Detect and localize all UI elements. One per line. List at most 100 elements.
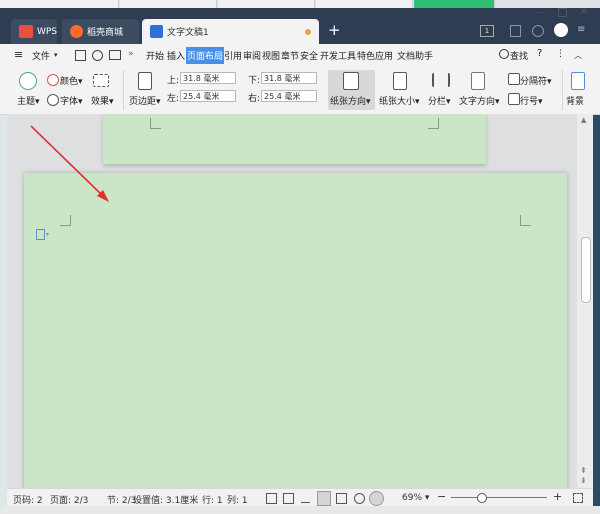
colors-icon[interactable] (47, 74, 59, 86)
menu-page-layout[interactable]: 页面布局 (186, 47, 225, 64)
menu-reference[interactable]: 引用 (224, 49, 242, 62)
outline-view-icon[interactable] (336, 493, 347, 504)
more-commands-icon[interactable]: » (128, 49, 134, 59)
menu-start[interactable]: 开始 (146, 49, 164, 62)
page-count[interactable]: 页面: 2/3 (50, 493, 88, 506)
breaks-icon[interactable] (508, 73, 520, 85)
browser-tab-strip (0, 0, 600, 8)
background-button[interactable]: 背景 (566, 94, 584, 107)
menu-view[interactable]: 视图 (262, 49, 280, 62)
menu-developer[interactable]: 开发工具 (320, 49, 356, 62)
orientation-label: 纸张方向 (330, 97, 367, 107)
export-icon[interactable] (92, 50, 103, 61)
help-icon[interactable]: ? (537, 48, 542, 59)
scrollbar-thumb[interactable] (581, 237, 591, 303)
page-view-icon[interactable] (317, 491, 331, 506)
document-page-1[interactable] (103, 114, 486, 164)
prev-page-icon[interactable]: ⇞ (580, 466, 587, 475)
pen-icon[interactable] (301, 493, 310, 503)
zoom-slider[interactable] (451, 497, 547, 498)
file-menu[interactable]: 文件 (32, 49, 50, 62)
colors-button[interactable]: 颜色▾ (60, 74, 83, 87)
chevron-down-icon[interactable]: ▾ (46, 231, 49, 238)
menu-review[interactable]: 审阅 (243, 49, 261, 62)
browser-tab[interactable] (316, 0, 413, 8)
effects-icon[interactable] (93, 74, 109, 87)
top-margin-input[interactable]: 31.8 毫米 (180, 72, 236, 84)
right-margin-input[interactable]: 25.4 毫米 (261, 90, 317, 102)
setting-value[interactable]: 设置值: 3.1厘米 (133, 493, 198, 506)
theme-button[interactable]: 主题▾ (17, 94, 40, 107)
print-icon[interactable] (109, 50, 121, 60)
menu-chapter[interactable]: 章节 (281, 49, 299, 62)
bottom-margin-label: 下: (248, 76, 261, 86)
menu-doc-assistant[interactable]: 文档助手 (397, 49, 433, 62)
tab-document[interactable]: 文字文稿1 (142, 19, 319, 44)
menu-icon[interactable]: ≡ (577, 24, 585, 35)
web-view-icon[interactable] (354, 493, 365, 504)
browser-tab-active[interactable] (414, 0, 495, 8)
fit-page-icon[interactable] (573, 493, 583, 503)
effects-button[interactable]: 效果▾ (91, 94, 114, 107)
save-icon[interactable] (75, 50, 86, 61)
line-numbers-button[interactable]: 行号▾ (520, 94, 543, 107)
zoom-in-button[interactable]: + (553, 490, 562, 503)
tab-shop-label: 稻壳商城 (87, 28, 124, 38)
paragraph-layout-icon[interactable] (36, 229, 45, 240)
theme-icon[interactable] (532, 25, 544, 37)
page-number[interactable]: 页码: 2 (13, 493, 43, 506)
minimize-icon[interactable]: — (537, 8, 546, 18)
new-tab-button[interactable]: + (328, 21, 341, 39)
window-count-icon[interactable]: 1 (480, 25, 494, 37)
read-mode-icon[interactable] (283, 493, 294, 504)
columns-icon[interactable] (432, 73, 450, 87)
fullscreen-icon[interactable] (266, 493, 277, 504)
browser-tab[interactable] (218, 0, 315, 8)
paper-size-icon[interactable] (393, 72, 407, 90)
chevron-down-icon[interactable]: ▾ (54, 51, 58, 59)
browser-tab[interactable] (0, 0, 119, 8)
text-direction-icon[interactable] (471, 72, 485, 90)
zoom-out-button[interactable]: − (437, 490, 446, 503)
columns-button[interactable]: 分栏▾ (428, 94, 451, 107)
divider (562, 70, 563, 110)
margins-icon[interactable] (138, 72, 152, 90)
background-icon[interactable] (571, 72, 585, 90)
theme-icon[interactable] (19, 72, 37, 90)
bottom-margin-input[interactable]: 31.8 毫米 (261, 72, 317, 84)
text-direction-button[interactable]: 文字方向▾ (459, 94, 500, 107)
margins-button[interactable]: 页边距▾ (129, 94, 161, 107)
document-page-2[interactable]: ▾ (24, 173, 567, 488)
search-icon[interactable] (499, 49, 509, 59)
hamburger-icon[interactable]: ≡ (14, 48, 23, 61)
tab-wps[interactable]: WPS (11, 19, 57, 44)
left-margin-label: 左: (167, 94, 180, 104)
section-indicator[interactable]: 节: 2/3 (107, 493, 136, 506)
menu-insert[interactable]: 插入 (167, 49, 185, 62)
close-icon[interactable]: ✕ (580, 7, 588, 17)
collapse-ribbon-icon[interactable]: ︿ (574, 50, 582, 61)
search-button[interactable]: 查找 (510, 49, 528, 62)
breaks-button[interactable]: 分隔符▾ (520, 74, 552, 87)
ribbon-tabs: 开始 插入 页面布局 引用 审阅 视图 章节 安全 开发工具 特色应用 文档助手 (146, 44, 446, 66)
line-numbers-icon[interactable] (508, 93, 520, 105)
left-margin-input[interactable]: 25.4 毫米 (180, 90, 236, 102)
paper-size-button[interactable]: 纸张大小▾ (379, 94, 420, 107)
eye-protection-icon[interactable] (369, 491, 384, 506)
zoom-level[interactable]: 69% ▾ (402, 493, 429, 503)
fonts-icon[interactable] (47, 94, 59, 106)
orientation-button[interactable]: 纸张方向▾ (328, 70, 375, 110)
more-icon[interactable]: ⋮ (556, 49, 565, 59)
skin-icon[interactable] (510, 25, 521, 37)
fonts-button[interactable]: 字体▾ (60, 94, 83, 107)
menu-special-apps[interactable]: 特色应用 (357, 49, 393, 62)
tab-docer-shop[interactable]: 稻壳商城 (62, 19, 139, 44)
maximize-icon[interactable] (558, 8, 567, 17)
browser-tab[interactable] (120, 0, 217, 8)
menu-security[interactable]: 安全 (300, 49, 318, 62)
avatar[interactable] (554, 23, 568, 37)
zoom-slider-thumb[interactable] (477, 493, 487, 503)
scroll-up-icon[interactable]: ▲ (581, 116, 586, 124)
next-page-icon[interactable]: ⇟ (580, 476, 587, 485)
divider (123, 70, 124, 110)
